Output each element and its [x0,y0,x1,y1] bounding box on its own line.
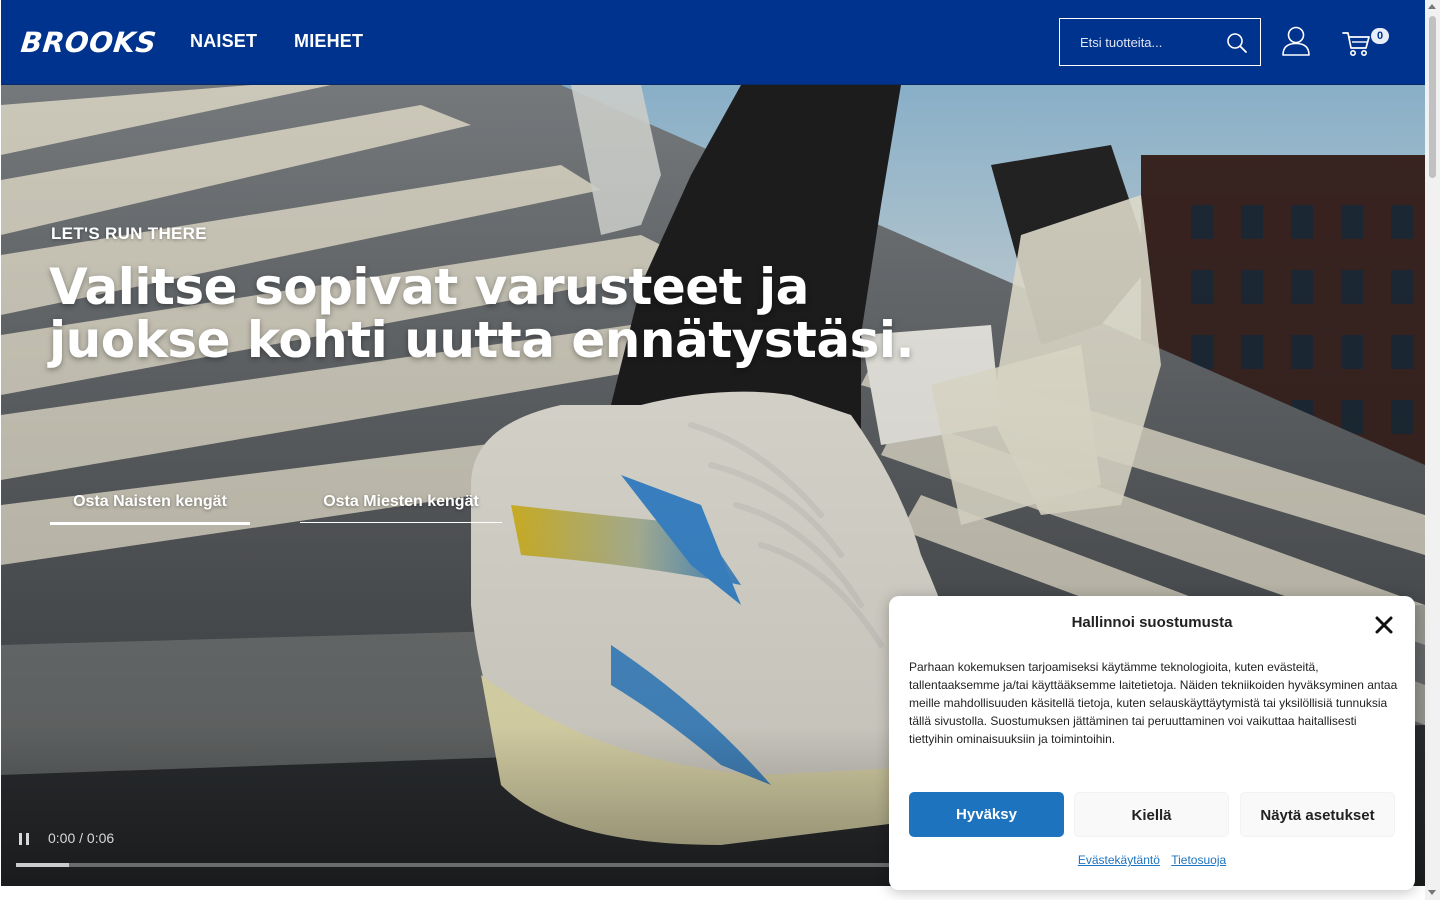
cookie-dialog-title: Hallinnoi suostumusta [1071,614,1233,631]
shop-women-shoes-button[interactable]: Osta Naisten kengät [50,482,250,525]
brooks-logo[interactable]: BROOKS [19,26,158,59]
search-icon[interactable] [1226,32,1248,54]
shopping-cart-icon[interactable] [1342,30,1372,58]
accept-cookies-button[interactable]: Hyväksy [909,792,1064,837]
page-scrollbar[interactable] [1425,0,1440,900]
scroll-down-arrow-icon[interactable] [1428,890,1436,895]
video-progress-bar[interactable] [16,863,896,867]
shop-men-shoes-button[interactable]: Osta Miesten kengät [300,482,502,523]
cookie-consent-dialog: Hallinnoi suostumusta Parhaan kokemuksen… [889,596,1415,890]
search-box [1059,18,1261,66]
video-time: 0:00 / 0:06 [48,830,115,846]
pause-icon[interactable] [19,833,30,845]
scrollbar-thumb[interactable] [1429,16,1436,178]
cookie-dialog-links: Evästekäytäntö Tietosuoja [889,853,1415,867]
nav-link-women[interactable]: NAISET [190,31,257,52]
hero-title: Valitse sopivat varusteet ja juokse koht… [49,258,915,369]
user-account-icon[interactable] [1281,26,1311,58]
search-input[interactable] [1060,19,1220,65]
hero-eyebrow: LET'S RUN THERE [51,224,207,243]
deny-cookies-button[interactable]: Kiellä [1074,792,1229,837]
site-header: BROOKS NAISET MIEHET 0 [1,0,1425,85]
scroll-up-arrow-icon[interactable] [1428,4,1436,9]
nav-link-men[interactable]: MIEHET [294,31,363,52]
privacy-policy-link[interactable]: Tietosuoja [1171,853,1226,867]
video-progress-fill [16,863,69,867]
close-icon[interactable] [1375,616,1393,634]
cookie-settings-button[interactable]: Näytä asetukset [1240,792,1395,837]
cookie-policy-link[interactable]: Evästekäytäntö [1078,853,1160,867]
cookie-dialog-text: Parhaan kokemuksen tarjoamiseksi käytämm… [909,660,1398,746]
cart-count-badge: 0 [1371,28,1389,44]
